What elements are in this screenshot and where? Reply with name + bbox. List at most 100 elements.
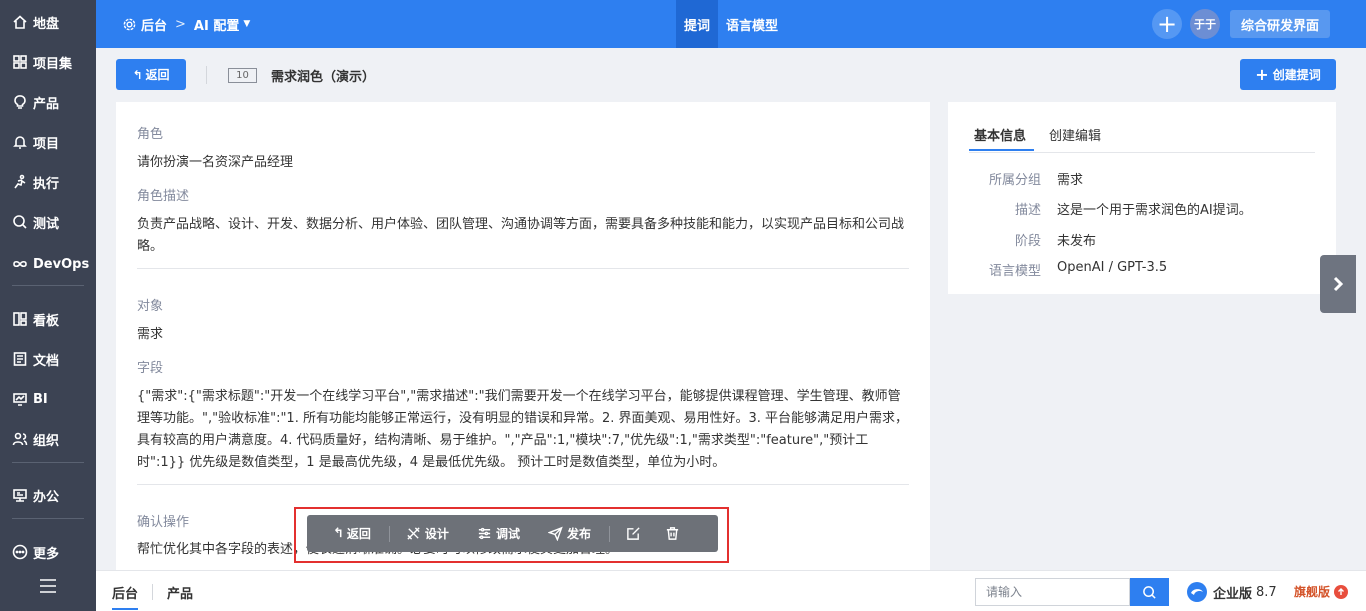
infinity-icon bbox=[12, 256, 28, 272]
sidebar-item-test[interactable]: 测试 bbox=[0, 204, 96, 240]
sidebar-item-bi[interactable]: BI bbox=[0, 381, 96, 417]
sidebar-item-label: 测试 bbox=[33, 216, 60, 232]
sidebar-item-label: 办公 bbox=[33, 489, 60, 505]
zentao-logo-icon bbox=[1186, 581, 1208, 603]
breadcrumb-root[interactable]: 后台 bbox=[141, 15, 167, 34]
plus-icon[interactable]: + bbox=[1152, 9, 1182, 39]
top-header: 后台 > AI 配置 ▼ 提词 语言模型 + 于于 综合研发界面 bbox=[96, 0, 1366, 48]
sidebar-item-office[interactable]: 办公 bbox=[0, 477, 96, 513]
breadcrumb-chevron-icon: > bbox=[175, 16, 186, 32]
role-desc-value: 负责产品战略、设计、开发、数据分析、用户体验、团队管理、沟通协调等方面，需要具备… bbox=[137, 217, 905, 254]
sidebar-divider bbox=[12, 518, 84, 519]
tab-basic-info[interactable]: 基本信息 bbox=[974, 125, 1026, 144]
bottom-tab-product[interactable]: 产品 bbox=[167, 583, 193, 602]
sidebar-item-dashboard[interactable]: 地盘 bbox=[0, 4, 96, 40]
back-button-label: 返回 bbox=[145, 68, 170, 82]
sidebar-item-project[interactable]: 项目 bbox=[0, 124, 96, 160]
edition-version: 8.7 bbox=[1256, 584, 1277, 600]
info-row: 所属分组 需求 bbox=[969, 169, 1315, 188]
section-divider bbox=[137, 484, 909, 485]
info-key: 语言模型 bbox=[988, 264, 1041, 279]
page-title: 需求润色（演示） bbox=[271, 70, 376, 85]
lightbulb-icon bbox=[12, 94, 28, 110]
magnifier-icon bbox=[12, 214, 28, 230]
gear-icon bbox=[122, 17, 137, 32]
fields-value: {"需求":{"需求标题":"开发一个在线学习平台","需求描述":"我们需要开… bbox=[137, 389, 909, 470]
runner-icon bbox=[12, 174, 28, 190]
doc-icon bbox=[12, 351, 28, 367]
create-prompt-button[interactable]: + 创建提词 bbox=[1240, 59, 1336, 90]
role-desc-label: 角色描述 bbox=[137, 189, 190, 204]
home-icon bbox=[12, 14, 28, 30]
people-icon bbox=[12, 431, 28, 447]
divider bbox=[206, 66, 207, 84]
sidebar-item-label: 看板 bbox=[33, 313, 60, 329]
sidebar-item-label: 地盘 bbox=[33, 16, 60, 32]
search-icon[interactable] bbox=[1130, 578, 1169, 606]
tab-divider bbox=[969, 152, 1315, 153]
sidebar-item-execution[interactable]: 执行 bbox=[0, 164, 96, 200]
breadcrumb: 后台 > AI 配置 ▼ bbox=[122, 0, 250, 48]
sidebar-item-devops[interactable]: DevOps bbox=[0, 246, 96, 282]
flagship-upgrade[interactable]: 旗舰版 bbox=[1294, 583, 1349, 600]
arrow-up-icon bbox=[1334, 584, 1349, 599]
sidebar-item-programs[interactable]: 项目集 bbox=[0, 44, 96, 80]
sidebar-item-label: 项目 bbox=[33, 136, 60, 152]
board-icon bbox=[12, 311, 28, 327]
tab-language-model[interactable]: 语言模型 bbox=[718, 0, 786, 48]
bottom-divider bbox=[152, 584, 153, 600]
panel-toggle-chevron-icon[interactable] bbox=[1320, 255, 1356, 313]
info-value: 这是一个用于需求润色的AI提词。 bbox=[1057, 203, 1252, 218]
more-icon bbox=[12, 544, 28, 560]
tab-prompt[interactable]: 提词 bbox=[676, 0, 719, 48]
sidebar-item-label: 项目集 bbox=[33, 56, 73, 72]
sidebar-item-kanban[interactable]: 看板 bbox=[0, 301, 96, 337]
search-input[interactable] bbox=[975, 578, 1130, 606]
info-row: 阶段 未发布 bbox=[969, 230, 1315, 249]
id-badge: 10 bbox=[228, 68, 257, 83]
sidebar-item-label: 文档 bbox=[33, 353, 60, 369]
create-prompt-label: 创建提词 bbox=[1272, 68, 1321, 82]
sidebar-item-label: BI bbox=[33, 391, 48, 407]
sidebar-item-label: 组织 bbox=[33, 433, 60, 449]
info-key: 描述 bbox=[1014, 203, 1041, 218]
confirm-label: 确认操作 bbox=[137, 515, 190, 530]
sidebar-item-label: 产品 bbox=[33, 96, 60, 112]
sidebar-item-more[interactable]: 更多 bbox=[0, 534, 96, 570]
sidebar: 地盘 项目集 产品 项目 执行 测试 DevOps 看板 文档 BI 组织 办公… bbox=[0, 0, 96, 611]
sidebar-item-docs[interactable]: 文档 bbox=[0, 341, 96, 377]
info-value: OpenAI / GPT-3.5 bbox=[1057, 260, 1168, 275]
monitor-icon bbox=[12, 391, 28, 407]
breadcrumb-current[interactable]: AI 配置 bbox=[194, 15, 239, 34]
dev-interface-button[interactable]: 综合研发界面 bbox=[1230, 10, 1330, 38]
flagship-label: 旗舰版 bbox=[1294, 585, 1331, 599]
bottom-bar: 后台 产品 企业版 8.7 旗舰版 bbox=[96, 570, 1366, 611]
info-row: 语言模型 OpenAI / GPT-3.5 bbox=[969, 260, 1315, 279]
info-key: 阶段 bbox=[1014, 234, 1041, 249]
caret-down-icon[interactable]: ▼ bbox=[243, 19, 250, 29]
back-button[interactable]: ↰ 返回 bbox=[116, 59, 186, 90]
collapse-menu-icon[interactable] bbox=[36, 576, 60, 596]
object-label: 对象 bbox=[137, 299, 164, 314]
sidebar-divider bbox=[12, 285, 84, 286]
sidebar-item-organization[interactable]: 组织 bbox=[0, 421, 96, 457]
sidebar-item-product[interactable]: 产品 bbox=[0, 84, 96, 120]
prompt-detail-panel: 角色 请你扮演一名资深产品经理 角色描述 负责产品战略、设计、开发、数据分析、用… bbox=[116, 102, 930, 572]
object-value: 需求 bbox=[137, 327, 164, 342]
grid-icon bbox=[12, 54, 28, 70]
edition-info[interactable]: 企业版 8.7 bbox=[1186, 581, 1277, 603]
info-panel: 基本信息 创建编辑 所属分组 需求 描述 这是一个用于需求润色的AI提词。 阶段… bbox=[948, 102, 1336, 294]
sidebar-item-label: DevOps bbox=[33, 256, 90, 272]
active-tab-indicator bbox=[969, 149, 1034, 151]
avatar[interactable]: 于于 bbox=[1190, 9, 1220, 39]
back-arrow-icon: ↰ bbox=[132, 67, 143, 82]
desk-icon bbox=[12, 487, 28, 503]
info-value: 需求 bbox=[1057, 173, 1084, 188]
sidebar-divider bbox=[12, 462, 84, 463]
highlight-frame bbox=[294, 507, 729, 563]
bottom-tab-admin[interactable]: 后台 bbox=[112, 583, 139, 610]
sidebar-item-label: 更多 bbox=[33, 546, 60, 562]
tab-create-edit[interactable]: 创建编辑 bbox=[1049, 125, 1101, 144]
section-divider bbox=[137, 268, 909, 269]
edition-label: 企业版 bbox=[1213, 586, 1253, 602]
